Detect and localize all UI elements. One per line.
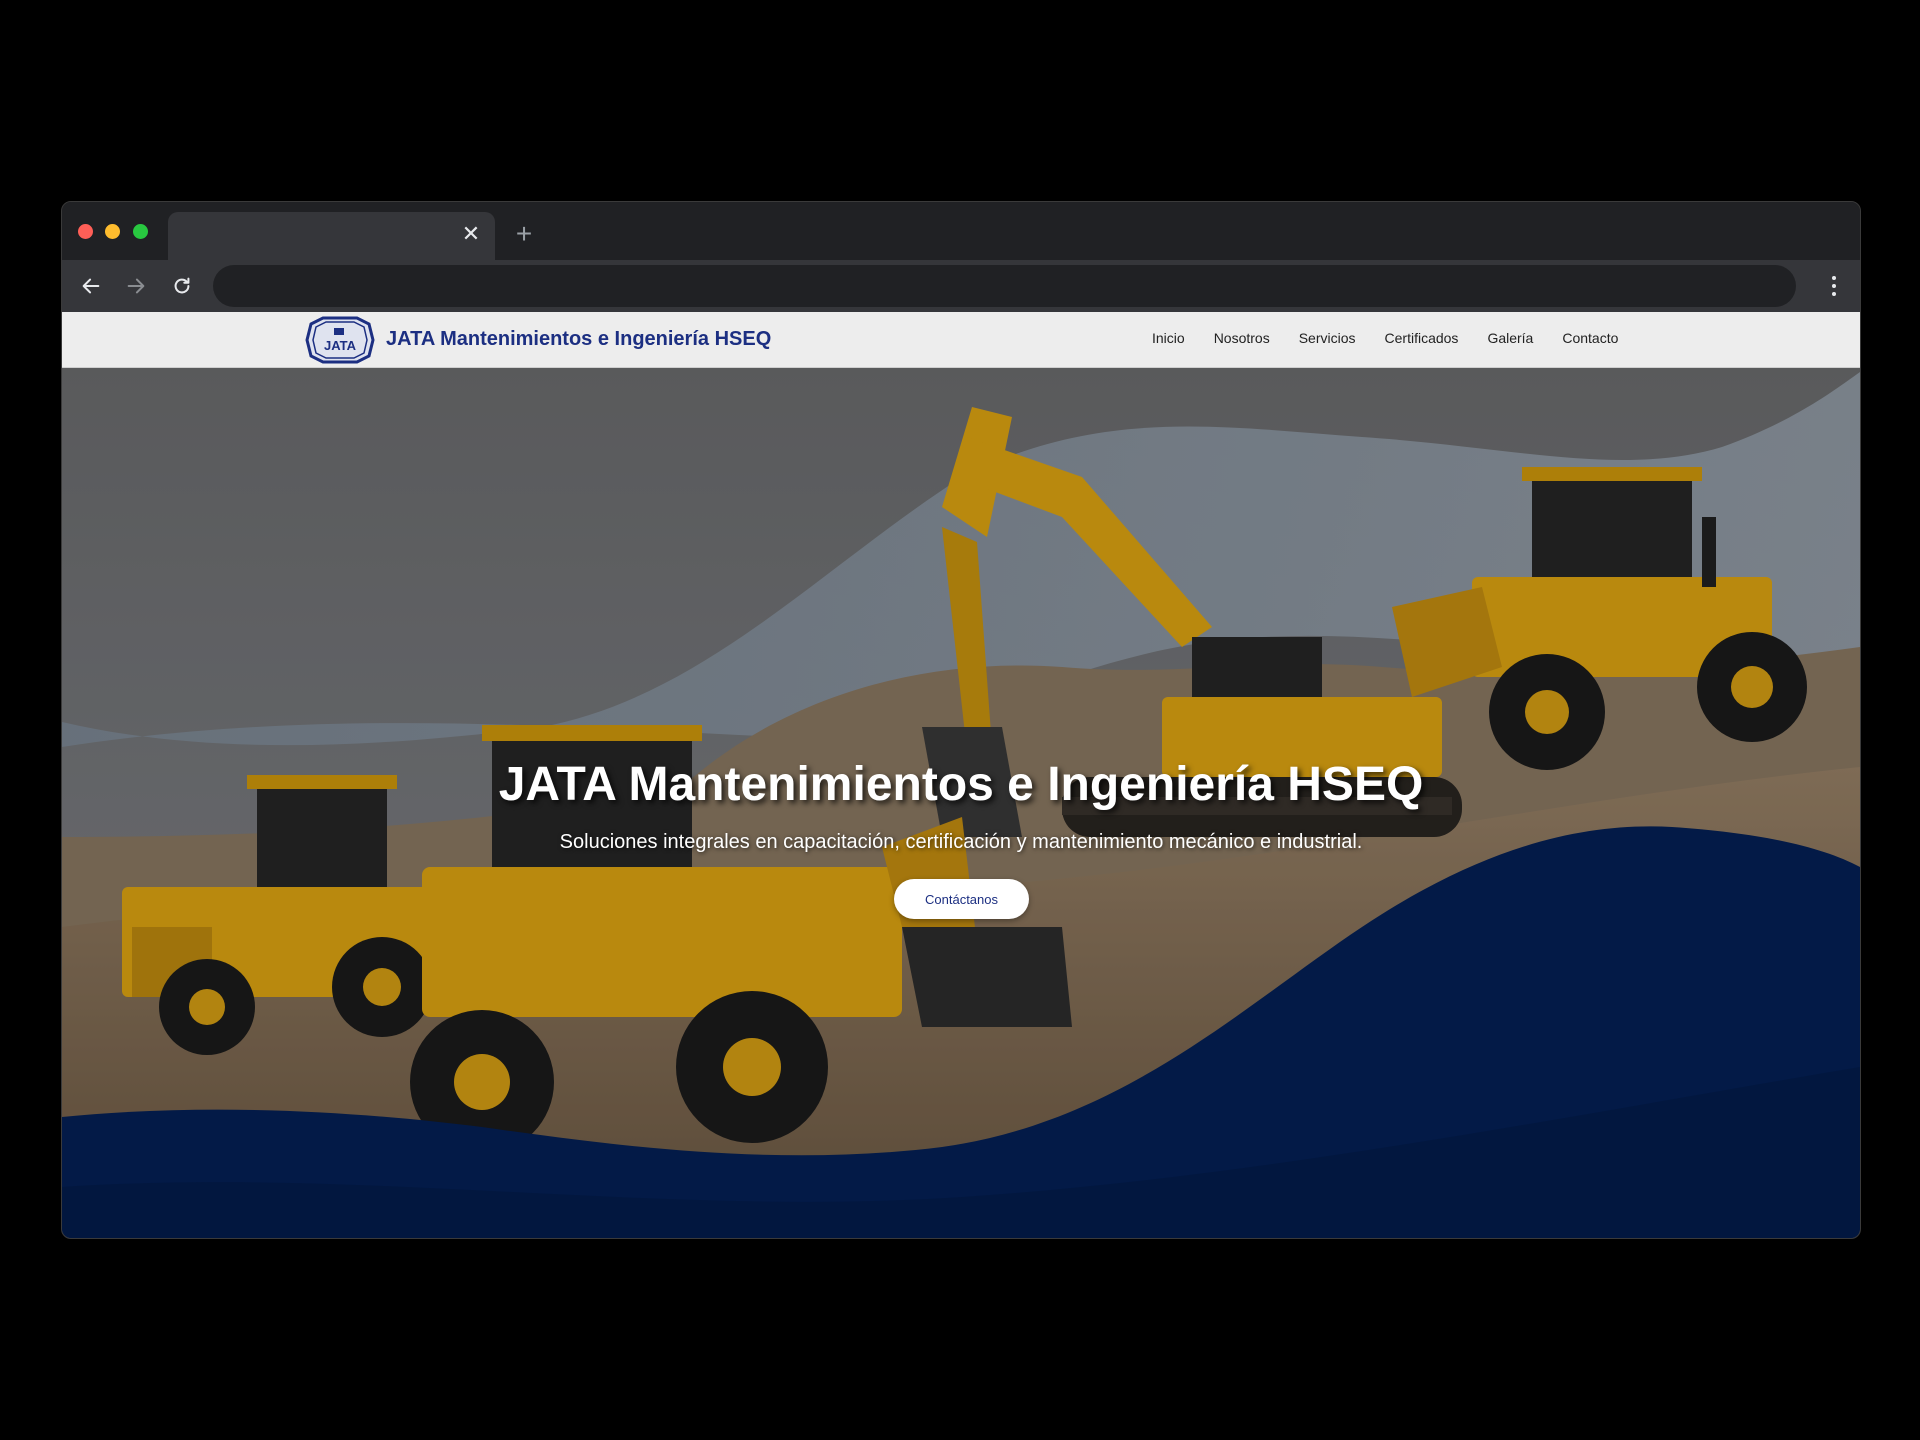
logo-text: JATA — [324, 338, 357, 353]
tab-strip: ✕ + — [62, 202, 1860, 260]
page-viewport: JATA JATA Mantenimientos e Ingeniería HS… — [62, 312, 1860, 1238]
new-tab-button[interactable]: + — [510, 220, 538, 248]
main-nav: Inicio Nosotros Servicios Certificados G… — [1152, 330, 1618, 346]
arrow-right-icon — [127, 278, 145, 294]
reload-icon — [174, 277, 190, 294]
close-window-button[interactable] — [78, 224, 93, 239]
nav-item-galeria[interactable]: Galería — [1487, 330, 1533, 346]
close-icon[interactable]: ✕ — [459, 222, 483, 246]
kebab-menu-icon[interactable] — [1826, 272, 1842, 300]
arrow-left-icon — [82, 278, 100, 294]
browser-tab[interactable]: ✕ — [168, 212, 495, 260]
minimize-window-button[interactable] — [105, 224, 120, 239]
nav-item-nosotros[interactable]: Nosotros — [1214, 330, 1270, 346]
jata-logo[interactable]: JATA — [303, 316, 377, 364]
contact-button[interactable]: Contáctanos — [894, 879, 1029, 919]
nav-item-contacto[interactable]: Contacto — [1562, 330, 1618, 346]
nav-item-certificados[interactable]: Certificados — [1385, 330, 1459, 346]
reload-button[interactable] — [166, 270, 198, 302]
browser-toolbar — [62, 260, 1860, 312]
hero-subtitle: Soluciones integrales en capacitación, c… — [559, 831, 1363, 853]
maximize-window-button[interactable] — [133, 224, 148, 239]
site-header: JATA JATA Mantenimientos e Ingeniería HS… — [62, 312, 1860, 368]
brand-name[interactable]: JATA Mantenimientos e Ingeniería HSEQ — [386, 328, 771, 351]
forward-button[interactable] — [120, 270, 152, 302]
address-bar[interactable] — [213, 265, 1796, 307]
back-button[interactable] — [75, 270, 107, 302]
browser-window: ✕ + JATA JATA Mantenimientos e Ingenierí… — [61, 201, 1861, 1239]
nav-item-inicio[interactable]: Inicio — [1152, 330, 1185, 346]
nav-item-servicios[interactable]: Servicios — [1299, 330, 1356, 346]
hero-title: JATA Mantenimientos e Ingeniería HSEQ — [498, 758, 1424, 811]
hero-section: JATA Mantenimientos e Ingeniería HSEQ So… — [62, 367, 1860, 1238]
